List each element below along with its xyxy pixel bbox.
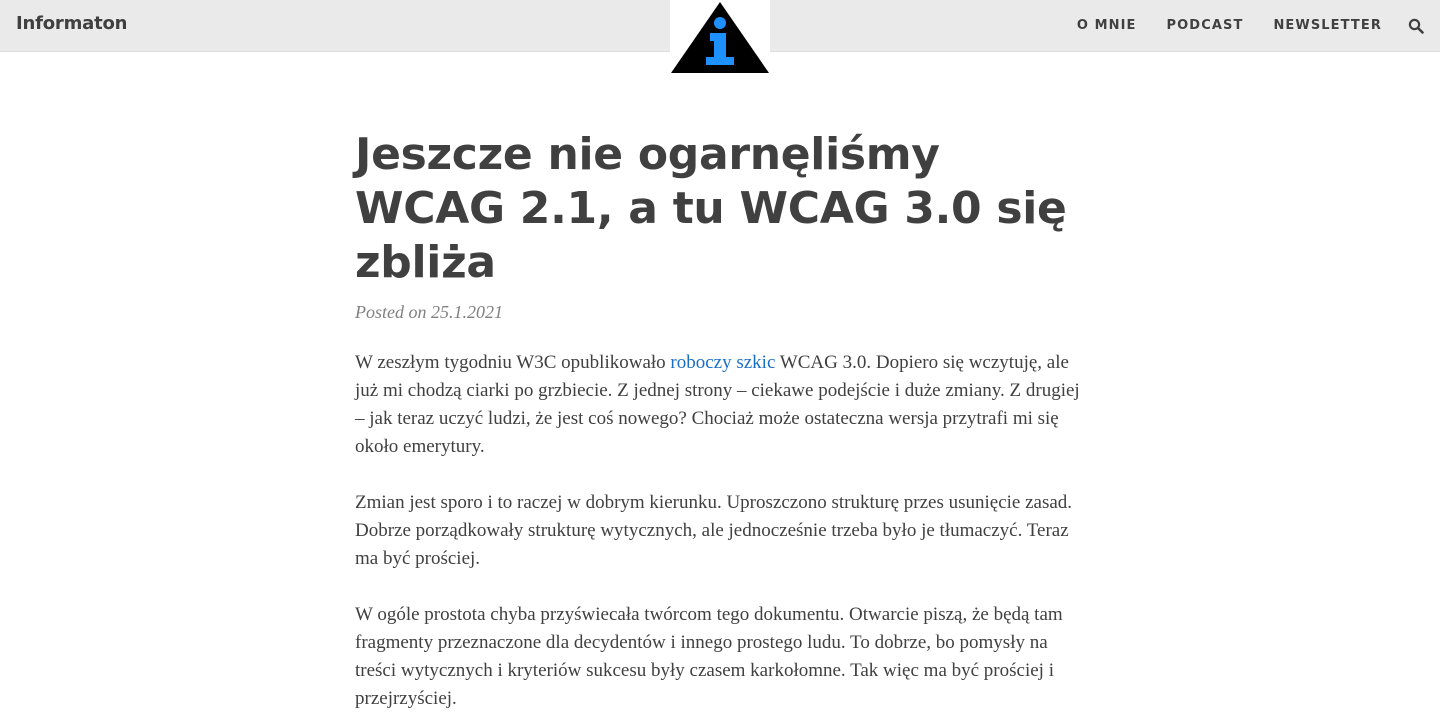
nav-item-podcast[interactable]: PODCAST: [1167, 18, 1244, 33]
paragraph-text: W zeszłym tygodniu W3C opublikowało: [355, 352, 671, 373]
draft-link[interactable]: roboczy szkic: [670, 352, 775, 373]
main-nav: O MNIE PODCAST NEWSLETTER: [1047, 0, 1440, 51]
post-paragraph: Zmian jest sporo i to raczej w dobrym ki…: [355, 492, 1073, 569]
site-logo[interactable]: [670, 0, 770, 76]
post-body: W zeszłym tygodniu W3C opublikowało robo…: [355, 349, 1085, 713]
top-navbar: Informaton O MNIE PODCAST NEWSLETTER: [0, 0, 1440, 76]
post-title: Jeszcze nie ogarnęliśmy WCAG 2.1, a tu W…: [355, 129, 1067, 288]
post-paragraph: W zeszłym tygodniu W3C opublikowało robo…: [355, 349, 1085, 461]
post-article: Jeszcze nie ogarnęliśmy WCAG 2.1, a tu W…: [355, 128, 1085, 720]
nav-item-newsletter[interactable]: NEWSLETTER: [1273, 18, 1382, 33]
post-paragraph: W ogóle prostota chyba przyświecała twór…: [355, 604, 1063, 709]
post-meta: Posted on 25.1.2021: [355, 302, 503, 322]
info-triangle-icon: [671, 2, 769, 73]
search-icon: [1408, 18, 1424, 34]
nav-item-o-mnie[interactable]: O MNIE: [1077, 18, 1137, 33]
site-brand-link[interactable]: Informaton: [16, 13, 127, 34]
search-button[interactable]: [1408, 18, 1424, 34]
